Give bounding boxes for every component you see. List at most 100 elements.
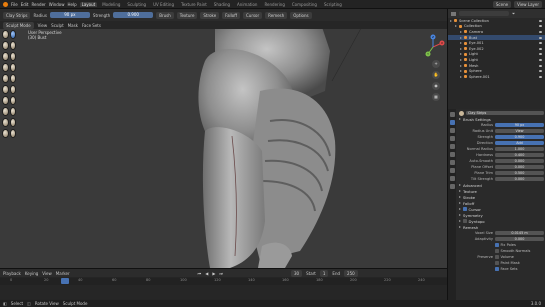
menu-edit[interactable]: Edit (21, 2, 29, 7)
marker-menu[interactable]: Marker (56, 271, 70, 276)
mask-brush-icon[interactable] (2, 118, 9, 127)
menu-window[interactable]: Window (49, 2, 65, 7)
annotate-icon[interactable] (9, 129, 16, 138)
flatten-brush-icon[interactable] (2, 74, 9, 83)
disclosure-triangle-icon[interactable] (460, 58, 462, 61)
mode-selector[interactable]: Sculpt Mode (3, 21, 34, 29)
property-value-field[interactable]: 0.0145 m (495, 230, 544, 236)
draw-brush-icon[interactable] (2, 30, 9, 39)
brush-name-field[interactable]: Clay Strips (466, 110, 544, 116)
workspace-tab-texture-paint[interactable]: Texture Paint (179, 2, 209, 7)
play-reverse-icon[interactable]: ◀ (205, 271, 208, 276)
visibility-eye-icon[interactable] (539, 47, 542, 50)
visibility-eye-icon[interactable] (539, 30, 542, 33)
menu-render[interactable]: Render (31, 2, 45, 7)
options-menu[interactable]: Options (290, 11, 312, 19)
brush-selector[interactable]: Clay Strips (3, 11, 31, 19)
perspective-toggle-icon[interactable]: ▦ (432, 93, 440, 101)
disclosure-triangle-icon[interactable] (460, 70, 462, 73)
current-frame-field[interactable]: 30 (291, 269, 303, 277)
disclosure-triangle-icon[interactable] (460, 75, 462, 78)
workspace-tab-scripting[interactable]: Scripting (322, 2, 344, 7)
texture-menu[interactable]: Texture (176, 11, 198, 19)
workspace-tab-modeling[interactable]: Modeling (100, 2, 122, 7)
start-frame-field[interactable]: 1 (319, 269, 329, 277)
filter-icon[interactable]: ⏷ (512, 11, 515, 16)
property-value-field[interactable]: 0.400 (495, 152, 544, 158)
cursor-checkbox[interactable] (463, 207, 467, 211)
view-menu[interactable]: View (38, 23, 48, 28)
layer-brush-icon[interactable] (9, 41, 16, 50)
menu-file[interactable]: File (11, 2, 18, 7)
workspace-tab-uv-editing[interactable]: UV Editing (151, 2, 176, 7)
object-tab-icon[interactable] (449, 168, 455, 173)
remesh-menu[interactable]: Remesh (265, 11, 288, 19)
brush-preview-icon[interactable] (459, 110, 464, 116)
disclosure-triangle-icon[interactable] (460, 36, 462, 39)
cursor-menu[interactable]: Cursor (242, 11, 263, 19)
property-value-field[interactable]: 0.000 (495, 158, 544, 164)
radius-slider[interactable]: 90 px (49, 12, 90, 18)
visibility-eye-icon[interactable] (539, 58, 542, 61)
property-value-field[interactable]: 0.000 (495, 164, 544, 170)
playhead[interactable] (61, 278, 69, 284)
thumb-brush-icon[interactable] (2, 107, 9, 116)
workspace-tab-shading[interactable]: Shading (212, 2, 232, 7)
scrape-brush-icon[interactable] (2, 85, 9, 94)
falloff-menu[interactable]: Falloff (222, 11, 240, 19)
disclosure-triangle-icon[interactable] (460, 64, 462, 67)
property-value-field[interactable]: 90 px (495, 122, 544, 128)
pinch-brush-icon[interactable] (9, 85, 16, 94)
strength-slider[interactable]: 0.900 (113, 12, 154, 18)
workspace-tab-layout[interactable]: Layout (79, 1, 98, 7)
dyntopo-checkbox[interactable] (463, 219, 467, 223)
snake-hook-brush-icon[interactable] (9, 96, 16, 105)
preserve-paint-mask-checkbox[interactable] (495, 261, 499, 265)
workspace-tab-animation[interactable]: Animation (235, 2, 259, 7)
blender-logo-icon[interactable] (3, 1, 8, 7)
timeline-track-area[interactable] (0, 285, 447, 299)
editor-type-icon[interactable] (451, 11, 456, 16)
property-value-field[interactable]: 1.000 (495, 146, 544, 152)
3d-viewport[interactable] (0, 21, 447, 268)
navigation-gizmo[interactable]: X Y Z (420, 34, 446, 60)
visibility-eye-icon[interactable] (539, 64, 542, 67)
remesh-toggle-checkbox[interactable] (495, 243, 499, 247)
crease-brush-icon[interactable] (2, 63, 9, 72)
camera-view-icon[interactable]: ◉ (432, 82, 440, 90)
jump-end-icon[interactable]: ⏭ (219, 271, 223, 276)
jump-start-icon[interactable]: ⏮ (198, 271, 202, 276)
world-tab-icon[interactable] (449, 160, 455, 165)
remesh-toggle-checkbox[interactable] (495, 249, 499, 253)
outliner-search[interactable] (459, 11, 509, 16)
visibility-eye-icon[interactable] (539, 53, 542, 56)
visibility-eye-icon[interactable] (539, 75, 542, 78)
zoom-icon[interactable]: + (432, 60, 440, 68)
disclosure-triangle-icon[interactable] (460, 30, 462, 33)
property-value-field[interactable]: 0.500 (495, 170, 544, 176)
render-tab-icon[interactable] (449, 128, 455, 133)
disclosure-triangle-icon[interactable] (460, 53, 462, 56)
clay-strips-brush-icon[interactable] (9, 30, 16, 39)
preserve-face-sets-checkbox[interactable] (495, 267, 499, 271)
workspace-tab-compositing[interactable]: Compositing (290, 2, 319, 7)
box-mask-icon[interactable] (9, 118, 16, 127)
clay-brush-icon[interactable] (2, 41, 9, 50)
disclosure-triangle-icon[interactable] (450, 19, 452, 22)
scene-selector[interactable]: Scene (492, 0, 512, 8)
property-value-field[interactable]: 0.000 (495, 176, 544, 182)
property-value-field[interactable]: Add (495, 140, 544, 146)
brush-menu[interactable]: Brush (156, 11, 174, 19)
property-value-field[interactable]: View (495, 128, 544, 134)
transform-move-icon[interactable] (2, 129, 9, 138)
view-layer-selector[interactable]: View Layer (514, 0, 542, 8)
visibility-eye-icon[interactable] (539, 25, 542, 28)
disclosure-triangle-icon[interactable] (455, 25, 457, 28)
keying-menu[interactable]: Keying (25, 271, 38, 276)
rotate-brush-icon[interactable] (9, 107, 16, 116)
view-layer-tab-icon[interactable] (449, 144, 455, 149)
visibility-eye-icon[interactable] (539, 36, 542, 39)
timeline-ruler[interactable]: 0 20 40 60 80 100 120 140 160 180 200 22… (0, 278, 447, 285)
visibility-eye-icon[interactable] (539, 70, 542, 73)
pan-hand-icon[interactable]: ✋ (432, 71, 440, 79)
